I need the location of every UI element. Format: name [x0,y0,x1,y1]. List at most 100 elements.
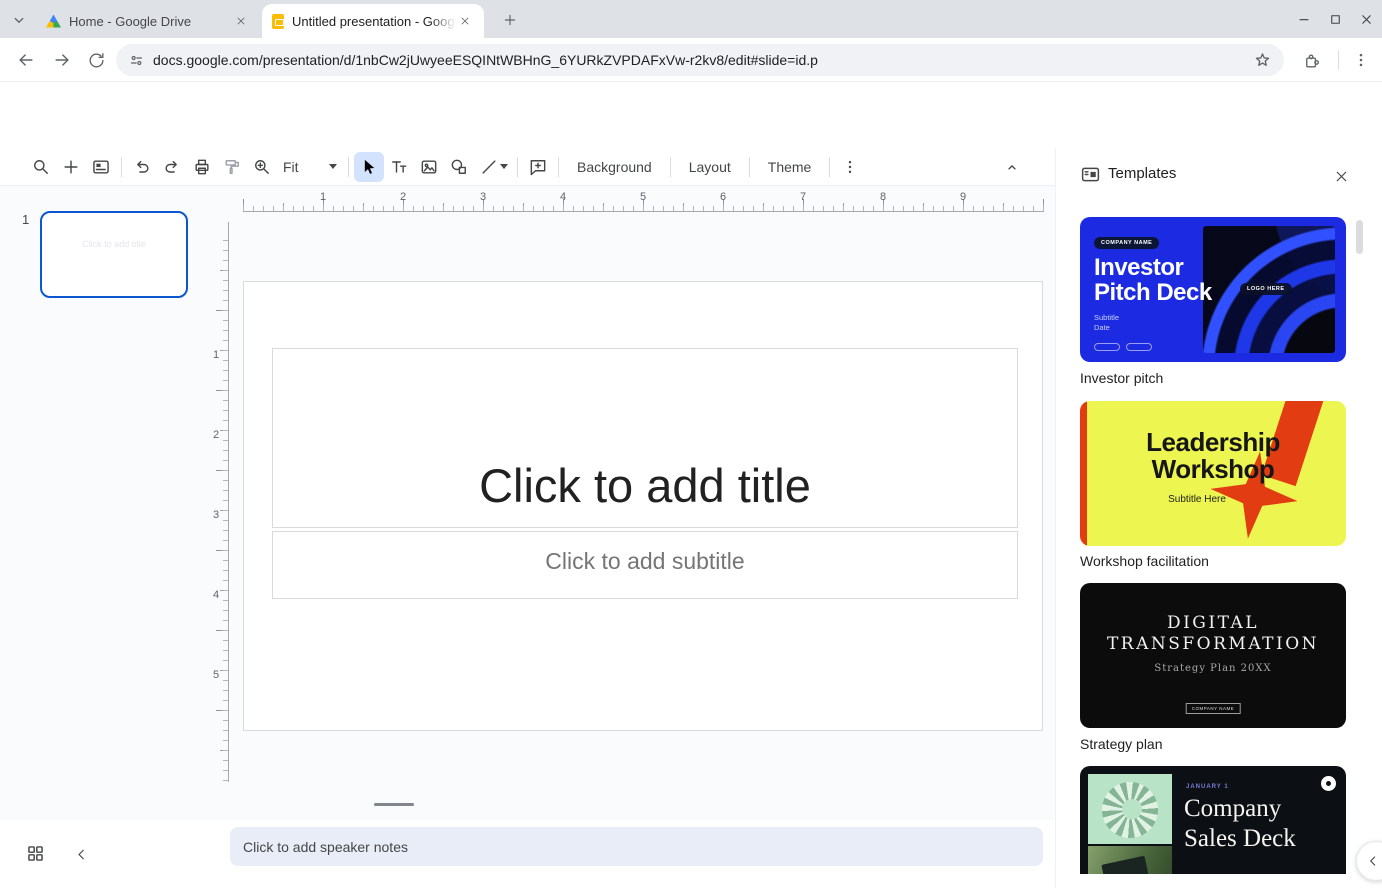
tab-title-fade [206,14,232,29]
print-button[interactable] [187,152,217,182]
address-bar[interactable]: docs.google.com/presentation/d/1nbCw2jUw… [116,44,1284,76]
zoom-value: Fit [283,159,329,175]
template-caption-investor: Investor pitch [1080,370,1163,386]
investor-title-line2: Pitch Deck [1094,280,1212,305]
window-close-button[interactable] [1353,7,1379,31]
new-tab-button[interactable] [498,8,522,32]
sales-photo [1088,846,1172,874]
ruler-number: 1 [317,191,329,203]
new-slide-layout-button[interactable] [86,152,116,182]
hide-menus-button[interactable] [997,152,1027,182]
title-placeholder-text: Click to add title [479,458,811,513]
toolbar-separator [121,157,122,177]
sales-mint-panel [1088,774,1172,844]
toolbar-more-button[interactable] [835,152,865,182]
search-menus-button[interactable] [26,152,56,182]
ruler-number: 5 [209,669,223,681]
browser-tab-drive[interactable]: Home - Google Drive [36,4,260,38]
ruler-number: 5 [637,191,649,203]
reload-button[interactable] [84,48,108,72]
workshop-title-line1: Leadership [1080,429,1346,456]
tab-close-icon[interactable] [232,12,250,30]
extensions-icon[interactable] [1299,48,1323,72]
zoom-select[interactable]: Fit [277,152,343,182]
ruler-number: 3 [209,509,223,521]
vertical-ruler: 1 2 3 4 5 [209,222,229,782]
workshop-title-line2: Workshop [1080,456,1346,483]
ruler-number: 7 [797,191,809,203]
grid-view-button[interactable] [22,840,48,866]
subtitle-placeholder-box[interactable]: Click to add subtitle [272,531,1018,599]
insert-image-button[interactable] [414,152,444,182]
nav-separator [1338,50,1339,70]
footer-pill [1126,343,1152,351]
templates-list: COMPANY NAME Investor Pitch Deck Subtitl… [1056,208,1382,874]
zoom-caret-icon [329,164,337,169]
templates-icon [1080,164,1101,185]
horizontal-ruler: 1 2 3 4 5 6 7 8 9 [243,192,1044,212]
templates-panel-title: Templates [1108,165,1176,182]
site-info-icon[interactable] [128,52,145,69]
title-placeholder-box[interactable]: Click to add title [272,348,1018,528]
browser-tab-strip: Home - Google Drive Untitled presentatio… [0,0,1382,38]
browser-nav-bar: docs.google.com/presentation/d/1nbCw2jUw… [0,38,1382,82]
undo-button[interactable] [127,152,157,182]
speaker-notes-placeholder: Click to add speaker notes [243,839,408,855]
ruler-number: 8 [877,191,889,203]
filmstrip-slide-thumbnail[interactable]: Click to add title [40,211,188,298]
ruler-number: 3 [477,191,489,203]
subtitle-placeholder-text: Click to add subtitle [545,548,744,575]
tab-title-fade [430,14,456,29]
template-caption-workshop: Workshop facilitation [1080,553,1209,569]
template-card-investor-pitch[interactable]: COMPANY NAME Investor Pitch Deck Subtitl… [1080,217,1346,362]
tab-search-chevron-icon[interactable] [8,9,30,31]
tab-title: Home - Google Drive [69,14,232,29]
sales-title-line2: Sales Deck [1184,824,1296,854]
insert-shape-button[interactable] [444,152,474,182]
url-text[interactable]: docs.google.com/presentation/d/1nbCw2jUw… [153,52,1253,68]
theme-button[interactable]: Theme [755,152,825,182]
browser-menu-icon[interactable] [1349,48,1373,72]
paint-format-button[interactable] [217,152,247,182]
toolbar-separator [749,157,750,177]
bookmark-star-icon[interactable] [1253,51,1272,70]
template-caption-strategy: Strategy plan [1080,736,1163,752]
templates-panel: Templates COMPANY NAME Investor Pitch De… [1055,148,1382,888]
insert-comment-button[interactable] [523,152,553,182]
redo-button[interactable] [157,152,187,182]
collapse-panel-button[interactable] [1356,841,1382,881]
ruler-number: 1 [209,349,223,361]
ruler-number: 2 [397,191,409,203]
window-maximize-button[interactable] [1322,7,1348,31]
tab-close-icon[interactable] [456,12,474,30]
strategy-title-line2: TRANSFORMATION [1107,634,1319,655]
back-button[interactable] [14,48,38,72]
line-caret-icon[interactable] [500,164,508,169]
tab-title: Untitled presentation - Google S [292,14,456,29]
speaker-notes-input[interactable]: Click to add speaker notes [230,827,1043,866]
layout-button[interactable]: Layout [676,152,744,182]
text-box-tool-button[interactable] [384,152,414,182]
template-card-strategy[interactable]: DIGITAL TRANSFORMATION Strategy Plan 20X… [1080,583,1346,728]
zoom-button[interactable] [247,152,277,182]
new-slide-button[interactable] [56,152,86,182]
browser-tab-presentation[interactable]: Untitled presentation - Google S [262,4,484,38]
investor-title-line1: Investor [1094,255,1183,280]
template-card-sales-deck[interactable]: JANUARY 1 Company Sales Deck [1080,766,1346,874]
sales-title-line1: Company [1184,794,1281,824]
toolbar-separator [517,157,518,177]
templates-scrollbar-thumb[interactable] [1356,220,1363,254]
toolbar-separator [558,157,559,177]
window-minimize-button[interactable] [1291,7,1317,31]
investor-company-badge: COMPANY NAME [1094,237,1159,249]
select-tool-button[interactable] [354,152,384,182]
workshop-subtitle: Subtitle Here [1080,494,1314,505]
notes-resize-handle[interactable] [374,803,414,806]
sales-photo-tablet [1101,856,1150,874]
forward-button[interactable] [50,48,74,72]
slide-canvas[interactable]: Click to add title Click to add subtitle [243,281,1043,731]
background-button[interactable]: Background [564,152,665,182]
template-card-workshop[interactable]: Leadership Workshop Subtitle Here [1080,401,1346,546]
collapse-filmstrip-icon[interactable] [68,841,94,867]
templates-close-icon[interactable] [1328,163,1354,189]
